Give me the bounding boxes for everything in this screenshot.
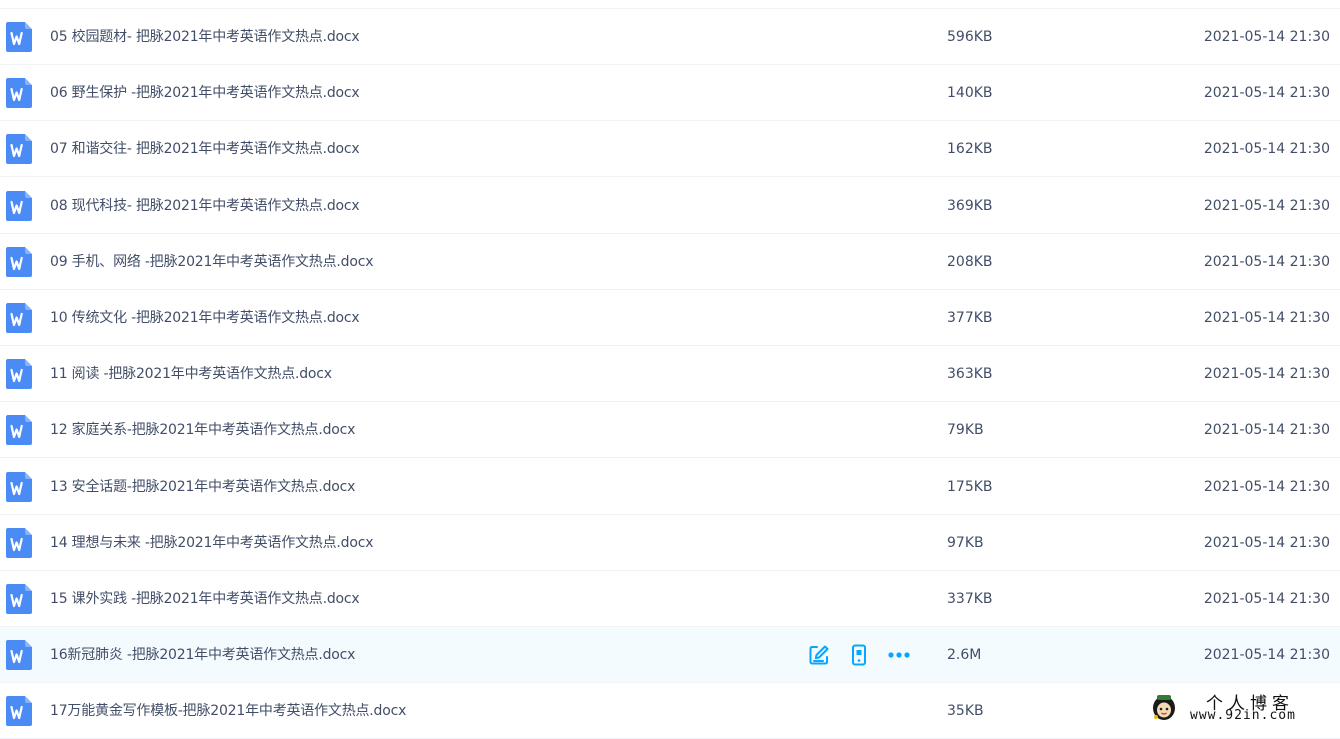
file-name[interactable]: 17万能黄金写作模板-把脉2021年中考英语作文热点.docx bbox=[50, 683, 406, 739]
file-time: 2021-05-14 21:30 bbox=[1203, 534, 1330, 551]
word-doc-icon bbox=[6, 303, 32, 333]
file-size: 35KB bbox=[947, 703, 984, 720]
word-doc-icon bbox=[6, 22, 32, 52]
table-row[interactable]: 06 野生保护 -把脉2021年中考英语作文热点.docx 140KB 2021… bbox=[0, 65, 1340, 122]
file-time: 2021-05-14 21:30 bbox=[1203, 85, 1330, 102]
file-name[interactable]: 15 课外实践 -把脉2021年中考英语作文热点.docx bbox=[50, 571, 360, 627]
file-size: 596KB bbox=[947, 29, 993, 45]
file-size: 140KB bbox=[947, 85, 993, 102]
file-name[interactable]: 08 现代科技- 把脉2021年中考英语作文热点.docx bbox=[50, 178, 360, 234]
word-doc-icon bbox=[6, 640, 32, 671]
table-row[interactable]: 15 课外实践 -把脉2021年中考英语作文热点.docx 337KB 2021… bbox=[0, 571, 1340, 627]
word-doc-icon bbox=[6, 134, 32, 165]
file-time: 2021-05-14 21:30 bbox=[1203, 197, 1330, 214]
table-row[interactable]: 09 手机、网络 -把脉2021年中考英语作文热点.docx 208KB 202… bbox=[0, 234, 1340, 290]
word-doc-icon bbox=[6, 527, 32, 558]
file-size: 2.6M bbox=[947, 647, 982, 664]
table-row[interactable]: 07 和谐交往- 把脉2021年中考英语作文热点.docx 162KB 2021… bbox=[0, 121, 1340, 178]
edit-icon[interactable] bbox=[806, 642, 832, 668]
file-time: 2021-05-14 21:30 bbox=[1203, 478, 1330, 495]
file-size: 369KB bbox=[947, 197, 993, 214]
file-name[interactable]: 09 手机、网络 -把脉2021年中考英语作文热点.docx bbox=[50, 234, 373, 290]
file-size: 162KB bbox=[947, 141, 993, 158]
file-size: 97KB bbox=[947, 534, 984, 551]
file-time: 2021-05-14 21:30 bbox=[1203, 422, 1330, 439]
file-time: 2021-05-14 21:30 bbox=[1203, 253, 1330, 270]
file-time: 2021-05-14 21:30 bbox=[1203, 29, 1330, 45]
word-doc-icon bbox=[6, 584, 32, 614]
watermark: 个人博客 www.92in.com bbox=[1146, 688, 1328, 726]
file-name[interactable]: 13 安全话题-把脉2021年中考英语作文热点.docx bbox=[50, 459, 355, 515]
file-name[interactable]: 16新冠肺炎 -把脉2021年中考英语作文热点.docx bbox=[50, 627, 355, 683]
file-size: 208KB bbox=[947, 253, 993, 270]
word-doc-icon bbox=[6, 78, 32, 109]
more-icon[interactable] bbox=[886, 642, 912, 668]
table-row[interactable]: 12 家庭关系-把脉2021年中考英语作文热点.docx 79KB 2021-0… bbox=[0, 402, 1340, 459]
word-doc-icon bbox=[6, 190, 32, 221]
table-row[interactable]: 14 理想与未来 -把脉2021年中考英语作文热点.docx 97KB 2021… bbox=[0, 515, 1340, 571]
file-name[interactable]: 14 理想与未来 -把脉2021年中考英语作文热点.docx bbox=[50, 515, 373, 571]
word-doc-icon bbox=[6, 359, 32, 390]
file-time: 2021-05-14 21:30 bbox=[1203, 591, 1330, 607]
word-doc-icon bbox=[6, 471, 32, 502]
file-size: 337KB bbox=[947, 591, 993, 607]
table-row[interactable]: 11 阅读 -把脉2021年中考英语作文热点.docx 363KB 2021-0… bbox=[0, 346, 1340, 403]
file-size: 377KB bbox=[947, 310, 993, 326]
table-row[interactable]: 08 现代科技- 把脉2021年中考英语作文热点.docx 369KB 2021… bbox=[0, 178, 1340, 234]
table-row[interactable]: 17万能黄金写作模板-把脉2021年中考英语作文热点.docx 35KB bbox=[0, 683, 1340, 739]
file-name[interactable]: 12 家庭关系-把脉2021年中考英语作文热点.docx bbox=[50, 402, 355, 458]
file-name[interactable]: 07 和谐交往- 把脉2021年中考英语作文热点.docx bbox=[50, 121, 360, 177]
avatar bbox=[1153, 695, 1175, 720]
file-time: 2021-05-14 21:30 bbox=[1203, 647, 1330, 664]
file-list: 05 校园题材- 把脉2021年中考英语作文热点.docx 596KB 2021… bbox=[0, 0, 1340, 739]
table-row[interactable]: 05 校园题材- 把脉2021年中考英语作文热点.docx 596KB 2021… bbox=[0, 9, 1340, 65]
file-name[interactable]: 05 校园题材- 把脉2021年中考英语作文热点.docx bbox=[50, 9, 360, 65]
word-doc-icon bbox=[6, 696, 32, 727]
file-time: 2021-05-14 21:30 bbox=[1203, 310, 1330, 326]
table-row[interactable]: 10 传统文化 -把脉2021年中考英语作文热点.docx 377KB 2021… bbox=[0, 290, 1340, 346]
word-doc-icon bbox=[6, 246, 32, 277]
file-size: 363KB bbox=[947, 366, 993, 383]
row-actions bbox=[806, 642, 912, 668]
file-size: 79KB bbox=[947, 422, 984, 439]
table-row[interactable]: 16新冠肺炎 -把脉2021年中考英语作文热点.docx 2.6M 2021-0… bbox=[0, 627, 1340, 684]
word-doc-icon bbox=[6, 415, 32, 446]
table-row[interactable]: 13 安全话题-把脉2021年中考英语作文热点.docx 175KB 2021-… bbox=[0, 459, 1340, 515]
file-time: 2021-05-14 21:30 bbox=[1203, 141, 1330, 158]
file-time: 2021-05-14 21:30 bbox=[1203, 366, 1330, 383]
file-size: 175KB bbox=[947, 478, 993, 495]
send-to-phone-icon[interactable] bbox=[846, 642, 872, 668]
file-name[interactable]: 10 传统文化 -把脉2021年中考英语作文热点.docx bbox=[50, 290, 360, 346]
file-name[interactable]: 11 阅读 -把脉2021年中考英语作文热点.docx bbox=[50, 346, 332, 402]
file-name[interactable]: 06 野生保护 -把脉2021年中考英语作文热点.docx bbox=[50, 65, 360, 121]
watermark-url: www.92in.com bbox=[1190, 708, 1296, 723]
